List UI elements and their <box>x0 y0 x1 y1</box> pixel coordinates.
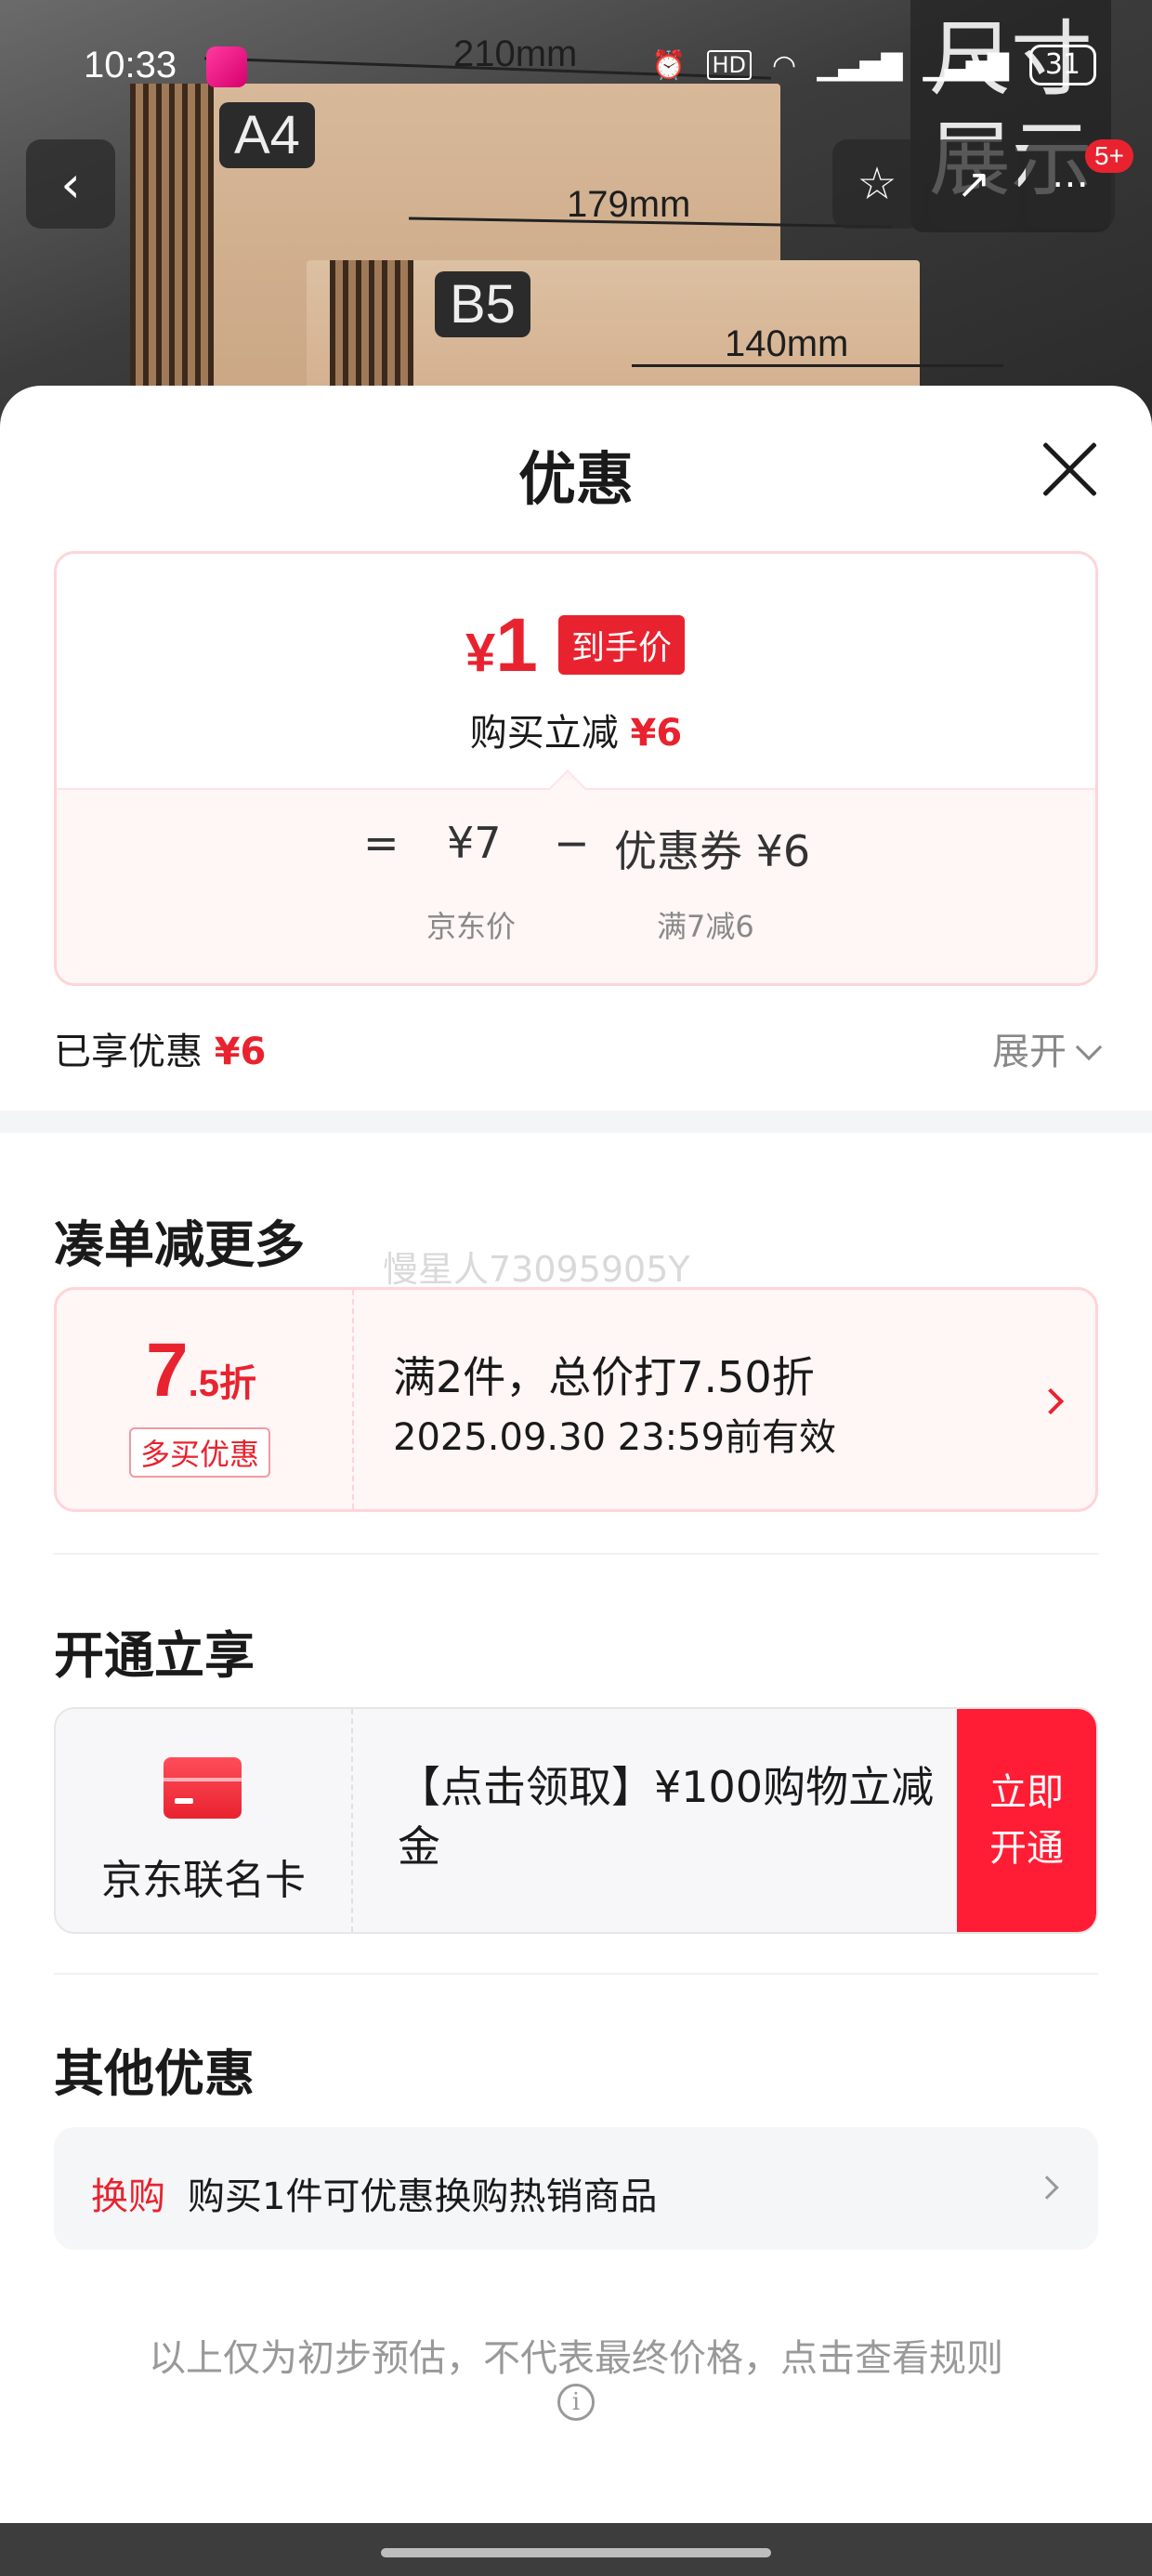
section-divider <box>0 1111 1152 1133</box>
chevron-right-icon <box>1035 2175 1059 2200</box>
trade-in-offer-row[interactable]: 换购 购买1件可优惠换购热销商品 <box>54 2127 1098 2250</box>
chevron-left-icon: ‹ <box>60 154 81 214</box>
hd-icon: HD <box>706 50 753 80</box>
coupon-amount: 优惠券 ¥6 <box>614 826 811 876</box>
app-notification-icon <box>206 46 247 87</box>
status-time: 10:33 <box>84 45 177 85</box>
price-summary: ¥1 到手价 购买立减 ¥6 <box>57 554 1095 788</box>
disclaimer-text[interactable]: 以上仅为初步预估，不代表最终价格，点击查看规则 <box>0 2328 1152 2382</box>
5g-signal-icon: ▁▃▅▇ <box>817 48 903 82</box>
instant-discount-label: 购买立减 <box>469 712 619 755</box>
trade-in-tag: 换购 <box>91 2175 165 2218</box>
bundle-section-title: 凑单减更多 <box>54 1216 305 1274</box>
favorite-button[interactable]: ☆ <box>832 139 922 229</box>
discount-frac: .5折 <box>188 1363 256 1404</box>
base-price-caption: 京东价 <box>426 909 517 944</box>
user-watermark: 慢星人73095905Y <box>383 1249 690 1290</box>
currency-symbol: ¥ <box>465 623 496 683</box>
size-label-a4: A4 <box>219 102 315 168</box>
price-formula: = ¥7 − 优惠券 ¥6 <box>57 818 1095 883</box>
minus-sign: − <box>554 818 590 868</box>
expand-button[interactable]: 展开 <box>992 1021 1103 1075</box>
status-bar: 10:33 ⏰ HD ◠ ▁▃▅▇ ▁▃▅▇ 31 <box>0 37 1152 102</box>
enjoyed-discount-row: 已享优惠 ¥6 展开 <box>54 1008 1103 1083</box>
other-section-title: 其他优惠 <box>54 2044 255 2103</box>
divider <box>54 1553 1098 1555</box>
instant-discount-amount: ¥6 <box>630 712 683 755</box>
close-icon[interactable] <box>1037 437 1102 502</box>
membership-section-title: 开通立享 <box>54 1626 255 1685</box>
discount-int: 7 <box>146 1328 189 1413</box>
notebook-a4-spine <box>130 84 214 427</box>
more-icon: ⋯ <box>1052 163 1089 205</box>
activate-now-button[interactable]: 立即开通 <box>957 1709 1096 1932</box>
enjoyed-discount-label: 已享优惠 ¥6 <box>54 1021 266 1075</box>
trade-in-text: 购买1件可优惠换购热销商品 <box>188 2175 658 2218</box>
sheet-title: 优惠 <box>517 445 634 513</box>
chevron-down-icon <box>1075 1033 1103 1061</box>
co-brand-card-offer: 京东联名卡 【点击领取】¥100购物立减金 立即开通 <box>54 1707 1098 1934</box>
final-price-tag: 到手价 <box>558 615 686 675</box>
info-icon[interactable]: i <box>557 2384 595 2421</box>
share-button[interactable]: ↗ <box>929 139 1018 229</box>
expand-label: 展开 <box>992 1031 1067 1073</box>
coupon-caption: 满7减6 <box>657 909 754 944</box>
star-icon: ☆ <box>857 158 897 210</box>
promo-discount-badge: 7.5折 多买优惠 <box>57 1290 354 1509</box>
share-icon: ↗ <box>956 160 991 208</box>
cart-count-badge: 5+ <box>1085 139 1133 173</box>
instant-discount-line: 购买立减 ¥6 <box>57 703 1095 756</box>
back-button[interactable]: ‹ <box>26 139 115 229</box>
co-brand-card-info: 京东联名卡 <box>56 1709 353 1932</box>
promo-validity: 2025.09.30 23:59前有效 <box>393 1416 837 1459</box>
5g-signal-icon-2: ▁▃▅▇ <box>923 48 1009 82</box>
multi-buy-promo-card[interactable]: 7.5折 多买优惠 满2件，总价打7.50折 2025.09.30 23:59前… <box>54 1287 1098 1512</box>
discount-value: 7.5折 <box>146 1327 256 1414</box>
alarm-icon: ⏰ <box>651 48 687 82</box>
equals-sign: = <box>363 818 399 868</box>
enjoyed-label-text: 已享优惠 <box>54 1031 203 1073</box>
battery-indicator: 31 <box>1028 45 1096 85</box>
credit-card-icon <box>164 1757 242 1819</box>
discount-sheet: 优惠 ¥1 到手价 购买立减 ¥6 = ¥7 − 优惠券 ¥6 京东价 满7减6 <box>0 386 1152 2523</box>
enjoyed-amount: ¥6 <box>214 1031 267 1073</box>
dimension-text-179: 179mm <box>567 184 691 225</box>
promo-title: 满2件，总价打7.50折 <box>393 1352 815 1402</box>
final-price: ¥1 <box>465 602 538 690</box>
discount-tag: 多买优惠 <box>129 1427 271 1478</box>
price-breakdown-card: ¥1 到手价 购买立减 ¥6 = ¥7 − 优惠券 ¥6 京东价 满7减6 <box>54 551 1098 986</box>
final-price-value: 1 <box>495 603 538 688</box>
price-formula-area: = ¥7 − 优惠券 ¥6 京东价 满7减6 <box>57 788 1095 983</box>
home-indicator[interactable] <box>381 2548 771 2557</box>
divider <box>54 1973 1098 1975</box>
wifi-icon: ◠ <box>772 48 797 82</box>
chevron-right-icon <box>1037 1387 1065 1415</box>
size-label-b5: B5 <box>435 271 530 337</box>
status-icons: ⏰ HD ◠ ▁▃▅▇ ▁▃▅▇ 31 <box>651 45 1096 85</box>
card-name: 京东联名卡 <box>101 1857 306 1904</box>
dimension-text-140: 140mm <box>725 323 849 364</box>
card-offer-text: 【点击领取】¥100购物立减金 <box>398 1762 935 1872</box>
base-price: ¥7 <box>447 818 502 868</box>
